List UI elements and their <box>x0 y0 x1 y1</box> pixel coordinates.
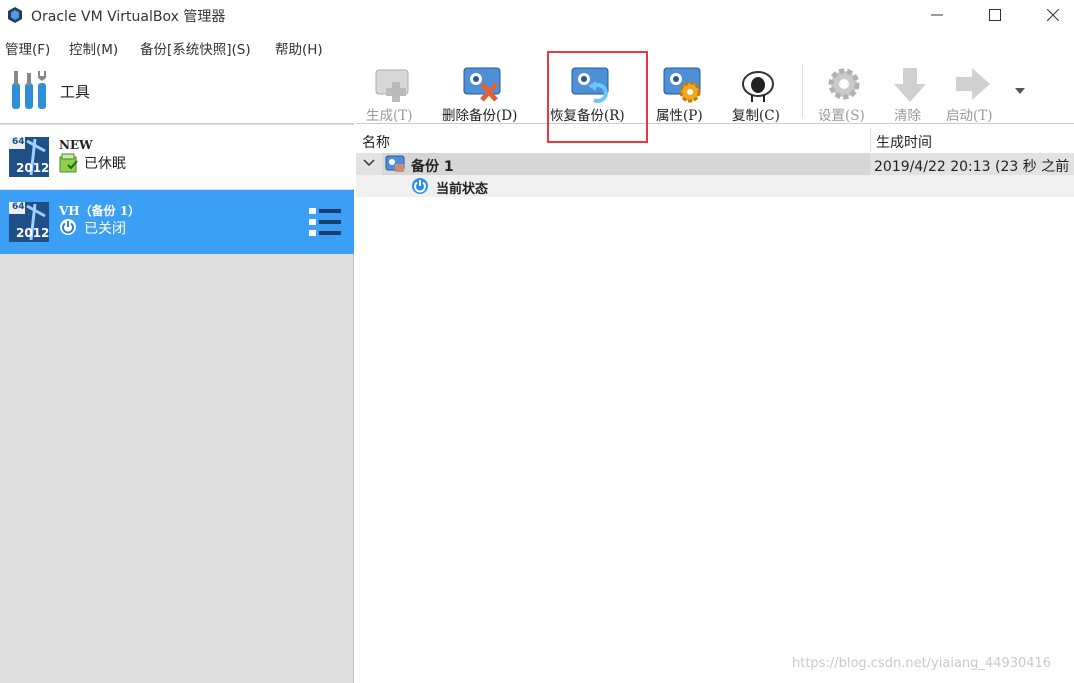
settings-button[interactable]: 设置(S) <box>818 58 872 124</box>
arrow-right-icon <box>956 68 990 100</box>
saved-state-icon <box>59 153 78 173</box>
sheep-clone-icon <box>742 71 774 102</box>
delete-snapshot-button[interactable]: 删除备份(D) <box>442 58 528 124</box>
vm-name: NEW <box>59 138 93 152</box>
window-title: Oracle VM VirtualBox 管理器 <box>31 9 226 25</box>
snapshot-name: 备份 1 <box>411 159 454 175</box>
vm-sidebar: 工具 64 2012 NEW 已休眠 64 2012 VH（备份 1） 已关闭 <box>0 58 354 683</box>
clone-button[interactable]: 复制(C) <box>732 58 786 124</box>
vm-state: 已关闭 <box>84 221 126 237</box>
maximize-button[interactable] <box>966 0 1024 30</box>
snapshot-table-header: 名称 生成时间 <box>356 128 1074 152</box>
highlight-box <box>547 51 648 143</box>
snapshot-toolbar: 生成(T) 删除备份(D) 恢复备份(R) 属性(P) 复制(C) 设置(S) … <box>356 58 1074 124</box>
menu-snapshot[interactable]: 备份[系统快照](S) <box>140 38 251 58</box>
snapshot-row[interactable]: 备份 1 2019/4/22 20:13 (23 秒 之前 <box>356 153 1074 175</box>
close-icon <box>1047 9 1059 21</box>
tools-item[interactable]: 工具 <box>0 58 354 124</box>
watermark: https://blog.csdn.net/yiaiang_44930416 <box>792 656 1052 671</box>
os-year: 2012 <box>16 161 50 175</box>
snapshot-properties-button[interactable]: 属性(P) <box>656 58 710 124</box>
current-state-label: 当前状态 <box>436 182 489 197</box>
create-snapshot-button[interactable]: 生成(T) <box>366 58 422 124</box>
column-separator <box>870 128 871 152</box>
minimize-button[interactable] <box>908 0 966 30</box>
snapshot-pane: 生成(T) 删除备份(D) 恢复备份(R) 属性(P) 复制(C) 设置(S) … <box>356 58 1074 683</box>
current-state-row[interactable]: 当前状态 <box>356 175 1074 197</box>
os-badge: 64 <box>12 202 25 212</box>
close-button[interactable] <box>1024 0 1074 30</box>
menu-manage[interactable]: 管理(F) <box>5 38 50 58</box>
os-year: 2012 <box>16 226 50 240</box>
tools-label: 工具 <box>60 83 91 101</box>
properties-icon <box>663 67 701 103</box>
vm-item-vh[interactable]: 64 2012 VH（备份 1） 已关闭 <box>0 190 354 254</box>
tools-icon <box>12 71 46 109</box>
vm-state: 已休眠 <box>84 156 126 172</box>
menu-help[interactable]: 帮助(H) <box>275 38 323 58</box>
toolbar-separator <box>802 64 803 118</box>
title-bar: Oracle VM VirtualBox 管理器 <box>0 0 1074 32</box>
maximize-icon <box>989 9 1001 21</box>
snapshot-time: 2019/4/22 20:13 (23 秒 之前 <box>874 159 1070 175</box>
power-off-icon <box>60 219 76 235</box>
os-badge: 64 <box>12 137 25 147</box>
column-time[interactable]: 生成时间 <box>876 132 932 152</box>
chevron-down-icon[interactable] <box>363 158 375 168</box>
gear-icon <box>828 68 860 100</box>
start-button[interactable]: 启动(T) <box>946 58 1002 124</box>
snapshot-icon <box>385 155 405 172</box>
snapshot-row-highlight <box>382 153 870 175</box>
delete-snapshot-icon <box>463 67 501 102</box>
arrow-down-icon <box>894 68 926 102</box>
vm-name: VH（备份 1） <box>59 204 141 218</box>
vm-menu-icon[interactable] <box>309 207 341 237</box>
menu-control[interactable]: 控制(M) <box>69 38 118 58</box>
vm-item-new[interactable]: 64 2012 NEW 已休眠 <box>0 125 354 189</box>
menu-bar: 管理(F) 控制(M) 备份[系统快照](S) 帮助(H) <box>0 36 1074 58</box>
minimize-icon <box>931 14 943 16</box>
virtualbox-icon <box>8 7 22 23</box>
take-snapshot-icon <box>375 69 409 102</box>
discard-button[interactable]: 清除 <box>890 58 930 124</box>
column-name[interactable]: 名称 <box>362 132 390 152</box>
toolbar-dropdown-icon[interactable] <box>1015 88 1025 94</box>
power-icon <box>412 178 428 194</box>
